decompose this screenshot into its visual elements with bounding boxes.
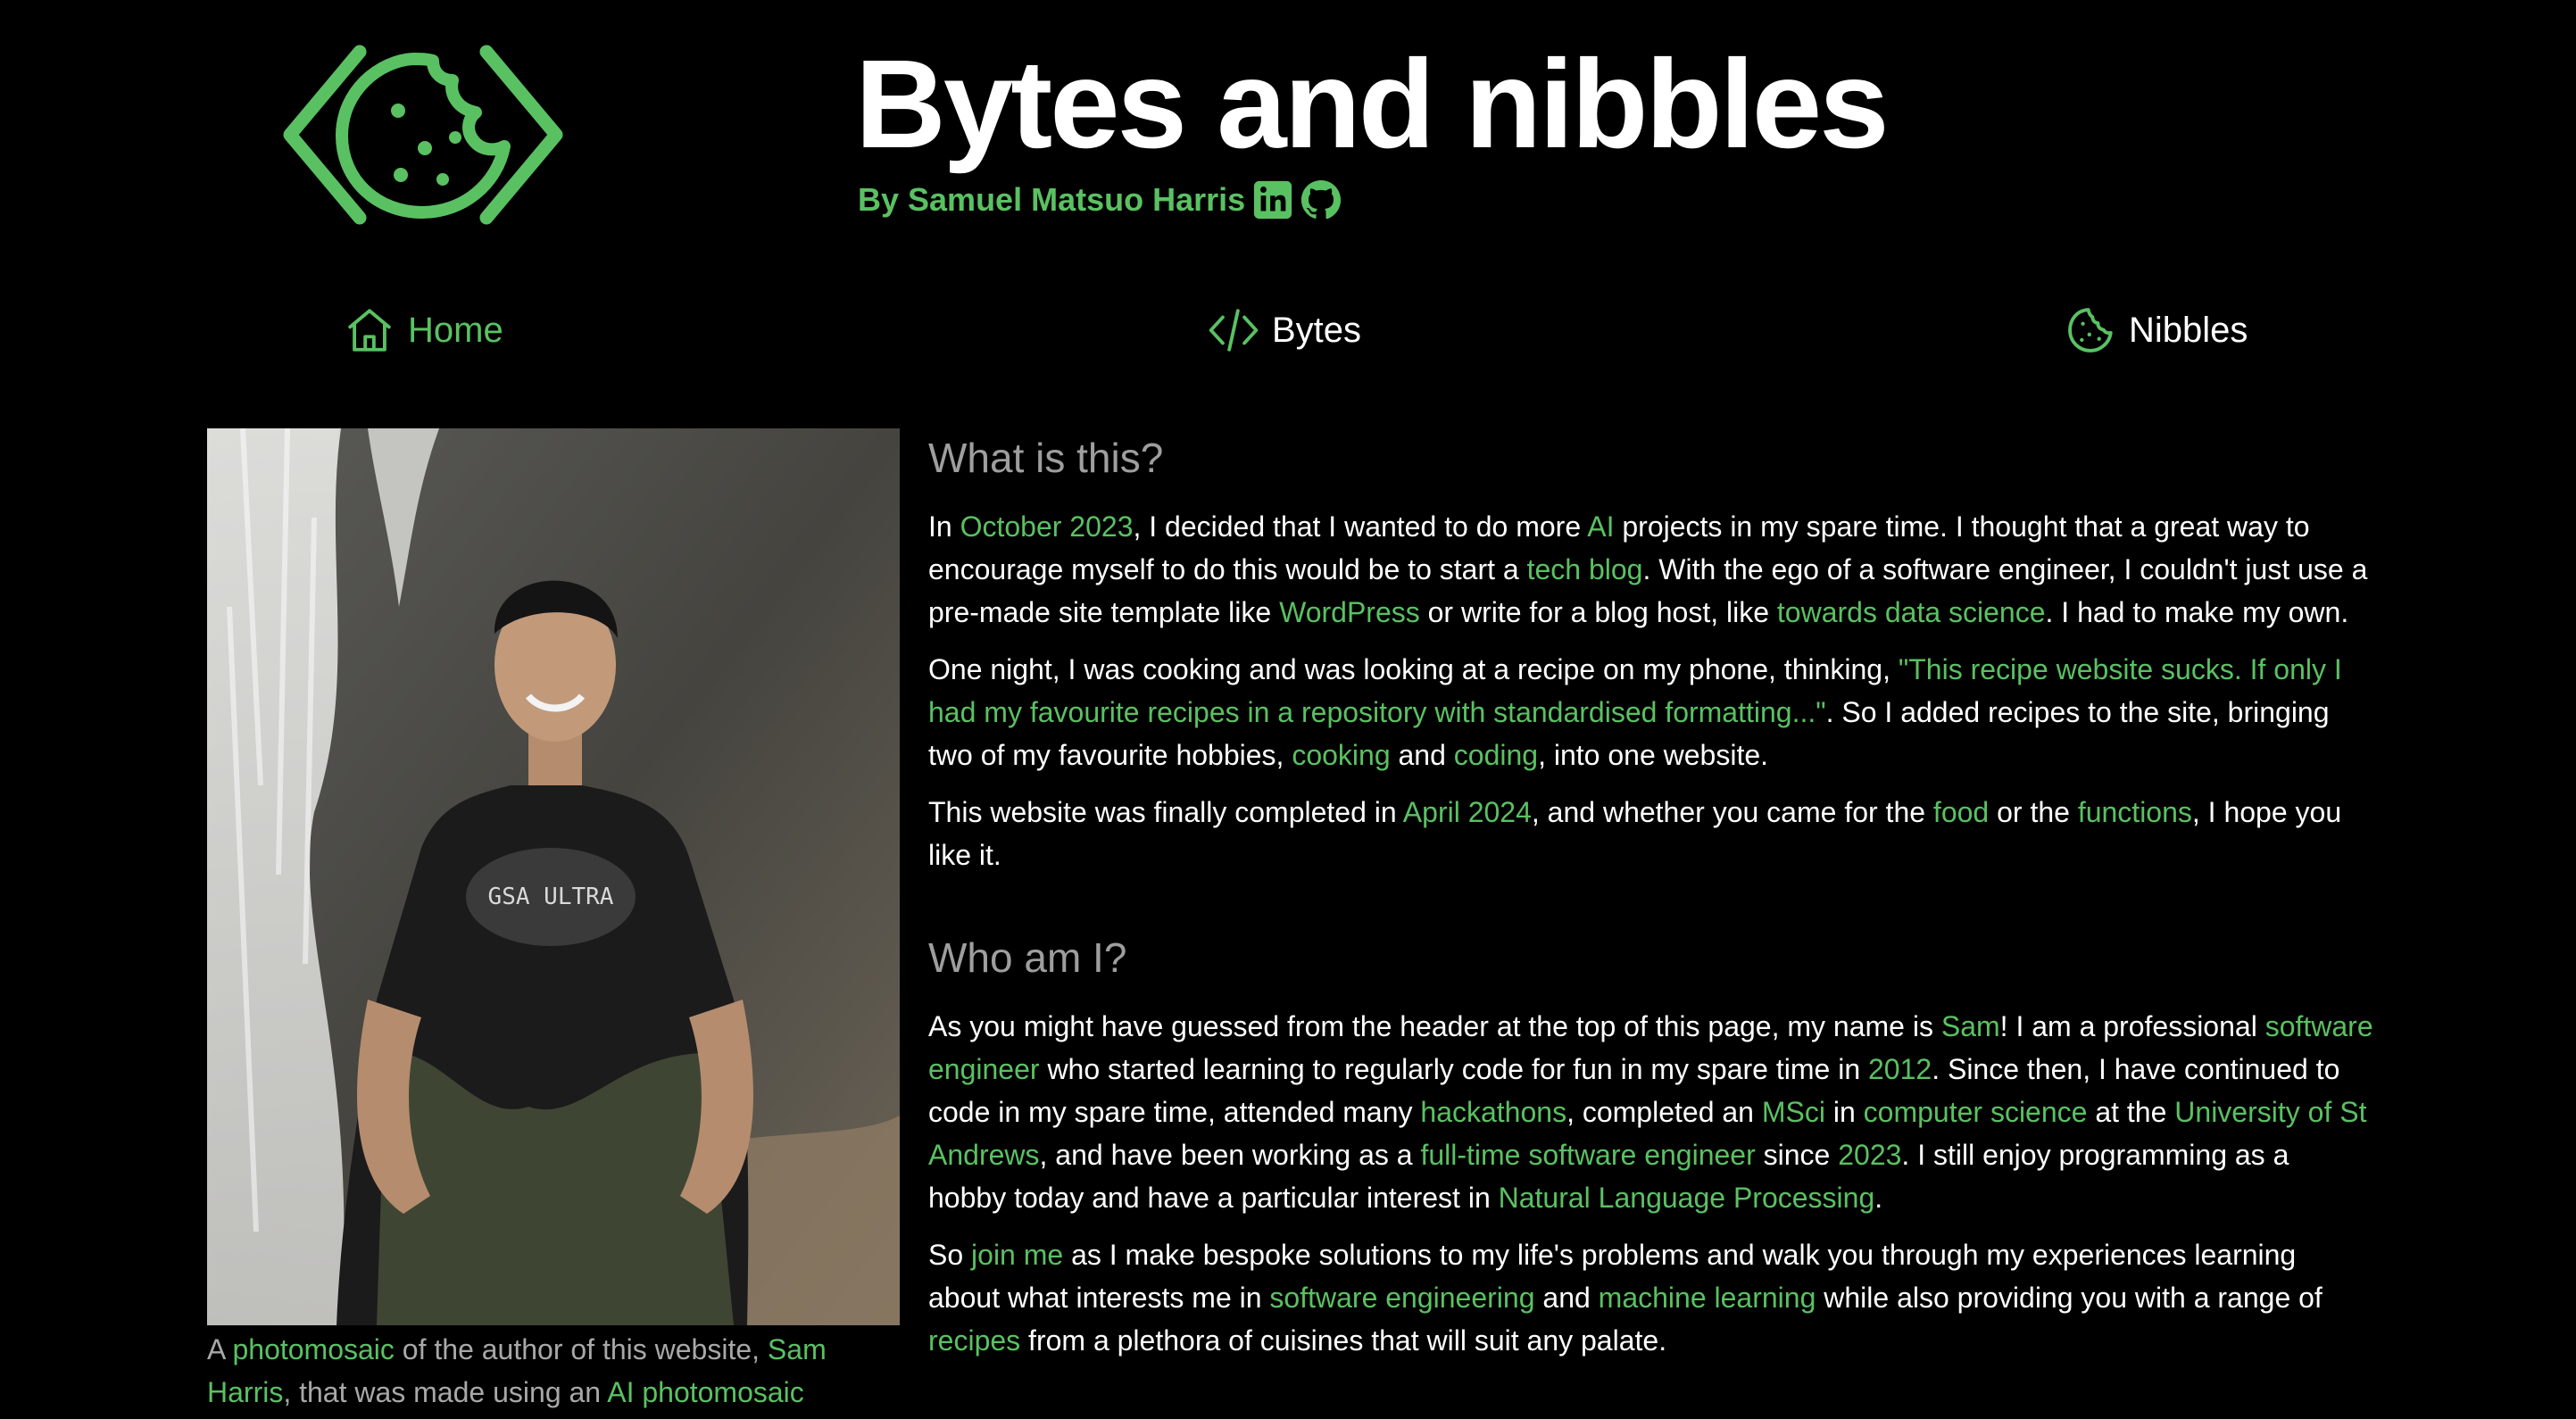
inline-link[interactable]: MSci (1762, 1096, 1825, 1128)
inline-link[interactable]: software engineer (928, 1010, 2373, 1085)
inline-link[interactable]: 2023 (1838, 1139, 1901, 1171)
inline-link[interactable]: functions (2078, 796, 2192, 828)
photo-caption: A photomosaic of the author of this webs… (207, 1333, 827, 1408)
what-paragraph-1: In October 2023, I decided that I wanted… (928, 510, 2368, 628)
inline-link[interactable]: cooking (1292, 739, 1390, 771)
inline-link[interactable]: full-time software engineer (1420, 1139, 1755, 1171)
inline-link[interactable]: photomosaic (232, 1333, 394, 1365)
inline-link[interactable]: machine learning (1599, 1282, 1816, 1314)
section-heading-what: What is this? (928, 435, 1164, 481)
github-icon[interactable] (1300, 179, 1342, 220)
nav-nibbles[interactable]: Nibbles (2065, 303, 2248, 357)
inline-link[interactable]: software engineering (1269, 1282, 1534, 1314)
inline-link[interactable]: 2012 (1868, 1053, 1932, 1085)
nav-home-label: Home (408, 310, 503, 350)
nav-bytes[interactable]: Bytes (1208, 303, 1361, 357)
site-title: Bytes and nibbles (855, 33, 1890, 174)
inline-link[interactable]: recipes (928, 1324, 1020, 1357)
nav-nibbles-label: Nibbles (2129, 310, 2248, 350)
what-paragraph-2: One night, I was cooking and was looking… (928, 653, 2342, 771)
nav-bytes-label: Bytes (1272, 310, 1362, 350)
cookie-icon (2068, 308, 2113, 353)
inline-link[interactable]: April 2024 (1403, 796, 1532, 828)
inline-link[interactable]: "This recipe website sucks. If only I ha… (928, 653, 2342, 728)
who-paragraph-2: So join me as I make bespoke solutions t… (928, 1239, 2323, 1357)
inline-link[interactable]: Sam (1941, 1010, 2000, 1042)
inline-link[interactable]: towards data science (1777, 596, 2046, 628)
inline-link[interactable]: food (1933, 796, 1989, 828)
inline-link[interactable]: computer science (1864, 1096, 2088, 1128)
who-paragraph-1: As you might have guessed from the heade… (928, 1010, 2373, 1214)
author-name: By Samuel Matsuo Harris (858, 181, 1246, 218)
what-paragraph-3: This website was finally completed in Ap… (928, 796, 2342, 871)
inline-link[interactable]: hackathons (1420, 1096, 1566, 1128)
main-content: What is this? In October 2023, I decided… (928, 428, 2374, 1376)
code-brackets-icon (1209, 309, 1259, 352)
author-photomosaic-image: GSA ULTRA (207, 428, 900, 1325)
nav-home[interactable]: Home (344, 303, 503, 357)
inline-link[interactable]: AI (1587, 510, 1614, 543)
section-heading-who: Who am I? (928, 934, 1127, 981)
inline-link[interactable]: AI photomosaic (607, 1376, 804, 1408)
inline-link[interactable]: WordPress (1279, 596, 1420, 628)
inline-link[interactable]: coding (1454, 739, 1538, 771)
inline-link[interactable]: Natural Language Processing (1499, 1182, 1875, 1214)
shirt-text: GSA ULTRA (488, 884, 614, 910)
linkedin-icon[interactable] (1252, 179, 1293, 220)
inline-link[interactable]: October 2023 (960, 510, 1134, 543)
inline-link[interactable]: tech blog (1527, 553, 1643, 585)
home-icon (348, 309, 391, 352)
site-logo-icon[interactable] (279, 41, 567, 228)
inline-link[interactable]: join me (971, 1239, 1063, 1271)
byline: By Samuel Matsuo Harris (858, 177, 1342, 223)
